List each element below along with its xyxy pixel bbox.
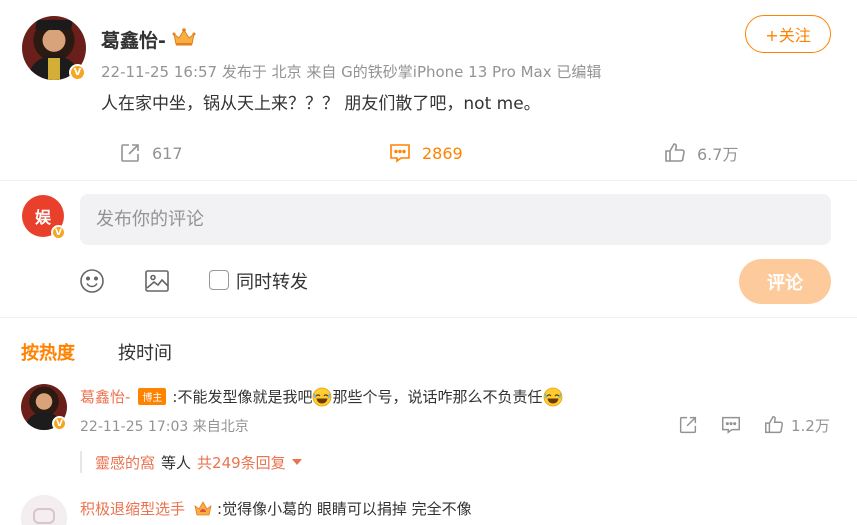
repost-checkbox[interactable]: [209, 270, 229, 290]
like-count: 6.7万: [697, 145, 739, 164]
follow-button[interactable]: +关注: [745, 15, 831, 53]
divider: [0, 317, 857, 318]
comment-username[interactable]: 积极退缩型选手: [80, 498, 185, 519]
crown-icon: [172, 28, 196, 46]
comment-body: 积极退缩型选手 :觉得像小葛的 眼睛可以捐掉 完全不像: [80, 498, 472, 519]
comment-like-count: 1.2万: [791, 416, 830, 435]
submit-comment-button[interactable]: 评论: [739, 259, 831, 304]
avatar-text: 娱: [34, 208, 51, 227]
comment-input[interactable]: [80, 194, 831, 245]
tab-sort-time[interactable]: 按时间: [118, 339, 172, 365]
comment-like-button[interactable]: 1.2万: [763, 414, 830, 436]
like-button[interactable]: 6.7万: [663, 141, 738, 165]
comment-text: :不能发型像就是我吧: [172, 388, 313, 406]
comment-body: 葛鑫怡- 博主 :不能发型像就是我吧 那些个号，说话咋那么不负责任: [80, 386, 563, 407]
share-icon: [679, 416, 697, 434]
fan-badge-icon: [194, 500, 212, 515]
verified-badge-icon: V: [69, 64, 86, 81]
comment-text-continued: 那些个号，说话咋那么不负责任: [332, 388, 543, 406]
divider: [0, 180, 857, 181]
comment-button[interactable]: 2869: [388, 141, 463, 165]
post-meta: 22-11-25 16:57 发布于 北京 来自 G的铁砂掌iPhone 13 …: [101, 63, 602, 81]
commenter-avatar[interactable]: [21, 495, 67, 525]
comment-count: 2869: [422, 143, 463, 163]
post-text: 人在家中坐，锅从天上来？？？ 朋友们散了吧，not me。: [101, 94, 541, 114]
share-icon: [121, 144, 139, 162]
share-button[interactable]: 617: [118, 141, 183, 165]
tab-sort-hot[interactable]: 按热度: [21, 339, 75, 365]
laughing-emoji-icon: [543, 387, 562, 406]
share-count: 617: [152, 143, 183, 163]
reply-summary-user[interactable]: 靈感的窩: [95, 452, 155, 473]
verified-badge-icon: V: [51, 225, 66, 240]
comment-icon: [722, 416, 740, 434]
comment-share-button[interactable]: [677, 414, 699, 436]
comment-icon: [390, 144, 410, 163]
thumbs-up-icon: [665, 143, 685, 162]
emoji-icon[interactable]: [79, 268, 105, 294]
chevron-down-icon[interactable]: [291, 459, 302, 465]
view-replies-link[interactable]: 共249条回复: [197, 452, 286, 473]
comment-reply-button[interactable]: [720, 414, 742, 436]
comment-meta: 22-11-25 17:03 来自北京: [80, 419, 249, 435]
comment-text: :觉得像小葛的 眼睛可以捐掉 完全不像: [217, 500, 472, 518]
reply-summary: 靈感的窩 等人 共249条回复: [80, 451, 302, 473]
thumbs-up-icon: [765, 416, 783, 434]
verified-badge-icon: V: [52, 416, 67, 431]
image-icon[interactable]: [144, 268, 170, 294]
comment-username[interactable]: 葛鑫怡-: [80, 386, 130, 407]
repost-label[interactable]: 同时转发: [236, 268, 308, 294]
author-name[interactable]: 葛鑫怡-: [101, 26, 166, 53]
reply-summary-text: 等人: [161, 453, 192, 472]
author-badge: 博主: [138, 388, 167, 405]
laughing-emoji-icon: [313, 387, 332, 406]
